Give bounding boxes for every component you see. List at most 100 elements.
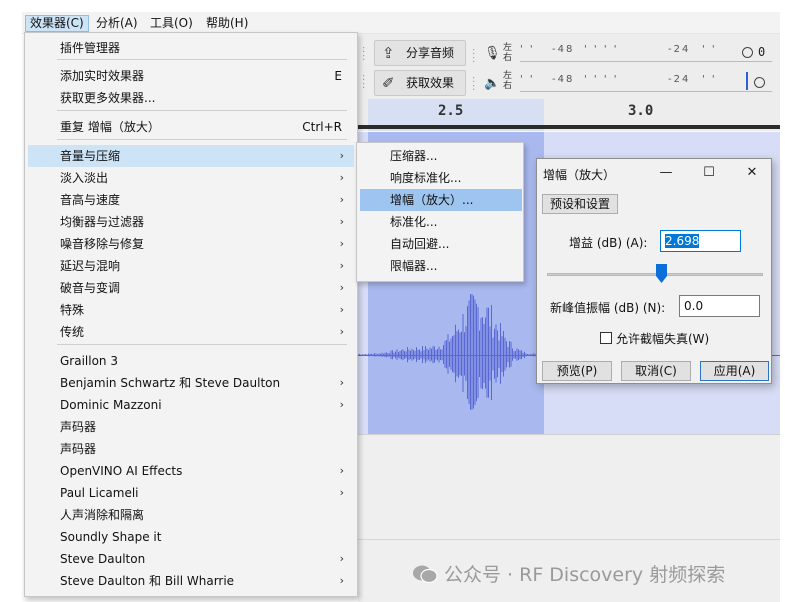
effects-menu-item[interactable]: 传统 › (28, 321, 354, 343)
share-audio-button[interactable]: ⇪ 分享音频 (374, 40, 466, 66)
maximize-icon[interactable]: ☐ (697, 163, 721, 183)
chevron-right-icon: › (339, 552, 344, 565)
play-level-knob[interactable] (754, 77, 765, 88)
menu-item-label: 破音与变调 (60, 281, 121, 295)
chevron-right-icon: › (339, 303, 344, 316)
menu-item-label: 传统 (60, 325, 85, 339)
rec-tick-48: -48 (552, 44, 575, 55)
effects-menu-item[interactable]: Soundly Shape it (28, 526, 354, 548)
menu-item-shortcut: Ctrl+R (302, 120, 342, 134)
submenu-item[interactable]: 增幅（放大）... (360, 189, 522, 211)
effects-menu-item[interactable]: 延迟与混响 › (28, 255, 354, 277)
volume-compression-submenu: 压缩器... 响度标准化... 增幅（放大）... 标准化... 自动回避... 限幅器.… (356, 142, 524, 282)
menu-item-label: 特殊 (60, 303, 85, 317)
submenu-item[interactable]: 压缩器... (360, 145, 522, 167)
minimize-icon[interactable]: — (654, 163, 678, 183)
play-tick-48: -48 (552, 74, 575, 85)
effects-menu-item[interactable]: Benjamin Schwartz 和 Steve Daulton › (28, 372, 354, 394)
playback-meter[interactable]: ' ' -48 ' ' ' ' -24 ' ' (520, 70, 772, 92)
effects-menu-item[interactable]: Steve Daulton › (28, 548, 354, 570)
effects-menu-item[interactable]: 淡入淡出 › (28, 167, 354, 189)
menu-item-label: Steve Daulton 和 Bill Wharrie (60, 574, 235, 588)
effects-menu-item[interactable]: 添加实时效果器 E (28, 65, 354, 87)
chevron-right-icon: › (339, 281, 344, 294)
meter-grip-icon[interactable]: : : (472, 75, 478, 93)
menu-item-label: Paul Licameli (60, 486, 139, 500)
menu-analyze[interactable]: 分析(A) (92, 15, 142, 32)
toolbar: : : : : ⇪ 分享音频 ✐ 获取效果 : : : : 🎙 左 右 ' ' … (358, 34, 780, 104)
menu-item-label: 淡入淡出 (60, 171, 109, 185)
menu-help[interactable]: 帮助(H) (202, 15, 252, 32)
chevron-right-icon: › (339, 486, 344, 499)
preview-button[interactable]: 预览(P) (542, 361, 612, 381)
microphone-icon[interactable]: 🎙 (484, 46, 501, 61)
effects-menu: 插件管理器添加实时效果器 E 获取更多效果器... 重复 增幅（放大） Ctrl+R 音量… (24, 32, 358, 597)
apply-button[interactable]: 应用(A) (700, 361, 769, 381)
menu-tools[interactable]: 工具(O) (146, 15, 197, 32)
menu-item-label: 插件管理器 (60, 41, 121, 55)
cancel-button[interactable]: 取消(C) (621, 361, 691, 381)
effects-menu-item[interactable]: 人声消除和隔离 (28, 504, 354, 526)
timeline-rail (358, 125, 780, 129)
chevron-right-icon: › (339, 149, 344, 162)
play-meter-left-label: 左 (503, 71, 513, 81)
effects-menu-item[interactable]: Steve Daulton 和 Bill Wharrie › (28, 570, 354, 592)
recording-meter[interactable]: ' ' -48 ' ' ' ' -24 ' ' 0 (520, 40, 772, 62)
effects-menu-item[interactable]: 音高与速度 › (28, 189, 354, 211)
menu-item-label: 均衡器与过滤器 (60, 215, 145, 229)
rec-meter-value: 0 (758, 45, 766, 59)
new-peak-input[interactable]: 0.0 (679, 295, 760, 317)
menu-item-label: Graillon 3 (60, 354, 118, 368)
dialog-title: 增幅（放大） (543, 168, 616, 182)
effects-menu-item[interactable]: Graillon 3 (28, 350, 354, 372)
submenu-item[interactable]: 自动回避... (360, 233, 522, 255)
effects-menu-item[interactable]: 声码器 (28, 438, 354, 460)
menu-item-label: 声码器 (60, 442, 97, 456)
effects-menu-item[interactable]: OpenVINO AI Effects › (28, 460, 354, 482)
share-audio-label: 分享音频 (406, 46, 455, 60)
gain-slider[interactable] (547, 273, 763, 276)
gain-label: 增益 (dB) (A): (569, 236, 648, 250)
watermark-text: 公众号 · RF Discovery 射频探索 (444, 564, 726, 586)
menu-effects[interactable]: 效果器(C) (25, 15, 89, 32)
submenu-item[interactable]: 标准化... (360, 211, 522, 233)
effects-menu-item[interactable]: 音量与压缩 › (28, 145, 354, 167)
effects-menu-item[interactable]: 噪音移除与修复 › (28, 233, 354, 255)
effects-menu-item[interactable]: 重复 增幅（放大） Ctrl+R (28, 116, 354, 138)
menu-separator (57, 139, 347, 140)
speaker-icon[interactable]: 🔈 (484, 76, 500, 91)
chevron-right-icon: › (339, 325, 344, 338)
meter-grip-icon[interactable]: : : (472, 47, 478, 65)
get-effects-button[interactable]: ✐ 获取效果 (374, 70, 466, 96)
rec-meter-left-label: 左 (503, 43, 513, 53)
menu-separator (57, 344, 347, 345)
menu-item-shortcut: E (334, 69, 342, 83)
effects-menu-item[interactable]: 获取更多效果器... (28, 87, 354, 109)
rec-level-knob[interactable] (742, 47, 753, 58)
presets-button[interactable]: 预设和设置 (542, 194, 618, 214)
get-effects-label: 获取效果 (406, 76, 455, 90)
toolbar-grip-icon[interactable]: : : (362, 73, 368, 91)
effects-menu-item[interactable]: Paul Licameli › (28, 482, 354, 504)
menu-item-label: 获取更多效果器... (60, 91, 156, 105)
effects-menu-item[interactable]: Dominic Mazzoni › (28, 394, 354, 416)
chevron-right-icon: › (339, 171, 344, 184)
effects-menu-item[interactable]: 声码器 (28, 416, 354, 438)
effects-menu-item[interactable]: 均衡器与过滤器 › (28, 211, 354, 233)
menu-item-label: 声码器 (60, 420, 97, 434)
effects-menu-item[interactable]: 插件管理器 (28, 37, 354, 59)
gain-value: 2.698 (665, 234, 700, 248)
close-icon[interactable]: ✕ (740, 163, 764, 183)
gain-input[interactable]: 2.698 (660, 230, 741, 252)
toolbar-grip-icon[interactable]: : : (362, 45, 368, 63)
chevron-right-icon: › (339, 464, 344, 477)
submenu-item[interactable]: 限幅器... (360, 255, 522, 277)
effects-menu-item[interactable]: 破音与变调 › (28, 277, 354, 299)
chevron-right-icon: › (339, 376, 344, 389)
wechat-icon (413, 565, 438, 584)
allow-clipping-checkbox[interactable] (600, 332, 612, 344)
effects-menu-item[interactable]: 特殊 › (28, 299, 354, 321)
submenu-item[interactable]: 响度标准化... (360, 167, 522, 189)
gain-slider-thumb[interactable] (656, 264, 668, 283)
timeline-ruler[interactable]: 2.5 3.0 (358, 99, 780, 131)
